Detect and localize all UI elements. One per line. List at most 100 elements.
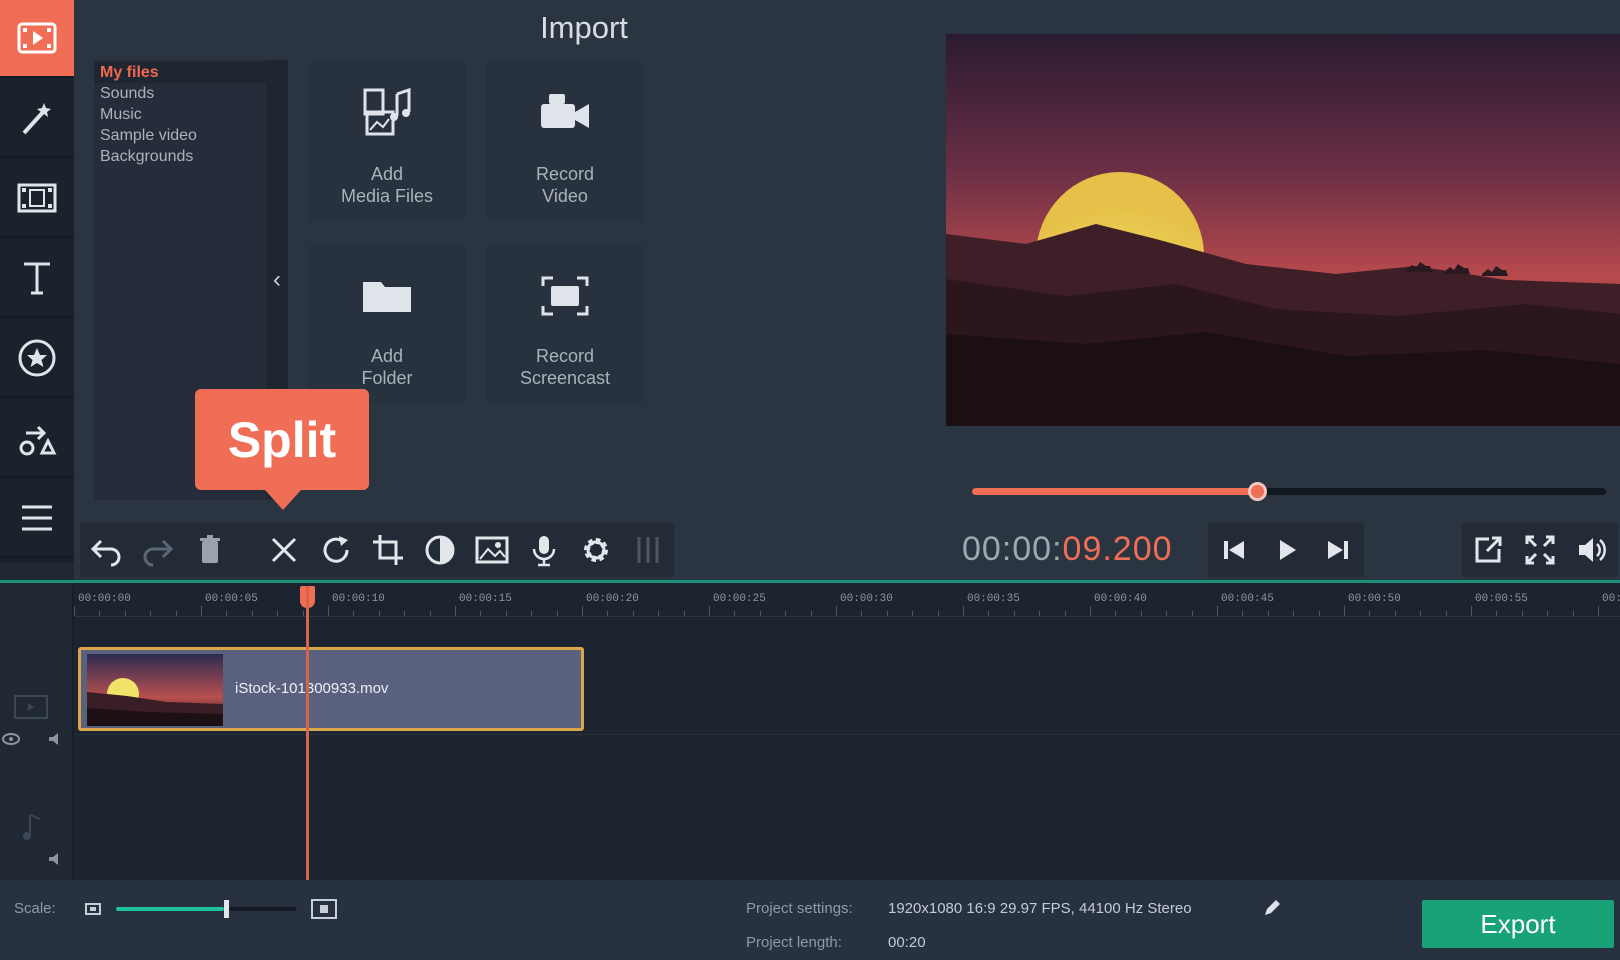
- redo-button[interactable]: [132, 523, 184, 577]
- scale-slider-fill: [116, 907, 224, 911]
- preview-progress-bar[interactable]: [972, 482, 1606, 501]
- video-track-icon: [14, 695, 48, 719]
- detach-preview-button[interactable]: [1462, 523, 1514, 577]
- ruler-tick-mark: [1090, 606, 1091, 616]
- skip-next-icon: [1328, 541, 1348, 559]
- scale-slider-knob[interactable]: [224, 900, 229, 918]
- ruler-tick-mark: [124, 611, 126, 616]
- folder-item-backgrounds[interactable]: Backgrounds: [94, 146, 266, 167]
- ruler-tick-mark: [1598, 606, 1599, 616]
- zoom-in-icon[interactable]: [310, 898, 338, 920]
- folder-item-sounds[interactable]: Sounds: [94, 83, 266, 104]
- playhead-line[interactable]: [306, 586, 309, 880]
- titles-button[interactable]: [0, 240, 74, 318]
- folder-item-my-files[interactable]: My files: [94, 62, 266, 83]
- callouts-button[interactable]: [0, 400, 74, 478]
- shapes-callouts-icon: [19, 425, 57, 456]
- ruler-tick-label: 00:00:50: [1348, 593, 1401, 605]
- project-length-label: Project length:: [746, 934, 842, 951]
- view-controls: [1462, 523, 1618, 577]
- ruler-tick-mark: [1420, 611, 1422, 616]
- previous-button[interactable]: [1208, 523, 1260, 577]
- ruler-tick-label: 00:00:40: [1094, 593, 1147, 605]
- play-icon: [1280, 540, 1296, 560]
- folder-item-sample-video[interactable]: Sample video: [94, 125, 266, 146]
- ruler-tick-mark: [74, 606, 75, 616]
- edit-toolbar: [74, 520, 946, 580]
- crop-button[interactable]: [362, 523, 414, 577]
- settings-button[interactable]: [570, 523, 622, 577]
- split-button[interactable]: [258, 523, 310, 577]
- insert-image-button[interactable]: [466, 523, 518, 577]
- ruler-tick-mark: [175, 611, 177, 616]
- tile-label-line2: Folder: [361, 368, 413, 388]
- volume-button[interactable]: [1566, 523, 1618, 577]
- sunset-preview-image: [946, 34, 1620, 426]
- ruler-tick-mark: [328, 606, 329, 616]
- ruler-tick-mark: [99, 611, 101, 616]
- player-bar: 00:00:09.200: [946, 520, 1620, 580]
- tile-label-line2: Screencast: [519, 368, 611, 388]
- zoom-out-icon[interactable]: [82, 898, 106, 920]
- ruler-tick-mark: [709, 606, 710, 616]
- next-button[interactable]: [1312, 523, 1364, 577]
- preview-progress-fill: [972, 488, 1258, 495]
- equalizer-button[interactable]: [622, 523, 674, 577]
- folder-item-music[interactable]: Music: [94, 104, 266, 125]
- audio-track-mute-icon[interactable]: [48, 853, 64, 865]
- titles-text-icon: [24, 262, 50, 295]
- fullscreen-icon: [1525, 535, 1555, 565]
- add-media-files-button[interactable]: Add Media Files: [308, 62, 466, 222]
- scale-slider[interactable]: [116, 900, 296, 918]
- stickers-button[interactable]: [0, 320, 74, 398]
- record-screencast-button[interactable]: Record Screencast: [486, 244, 644, 404]
- redo-icon: [143, 539, 174, 567]
- record-video-button[interactable]: Record Video: [486, 62, 644, 222]
- ruler-tick-label: 00:00:55: [1475, 593, 1528, 605]
- ruler-tick-mark: [404, 611, 406, 616]
- ruler-tick-mark: [734, 611, 736, 616]
- video-clip[interactable]: iStock-101300933.mov: [78, 647, 584, 731]
- export-button[interactable]: Export: [1422, 900, 1614, 948]
- ruler-tick-mark: [912, 611, 914, 616]
- play-button[interactable]: [1260, 523, 1312, 577]
- ruler-tick-mark: [251, 611, 253, 616]
- fullscreen-button[interactable]: [1514, 523, 1566, 577]
- ruler-tick-mark: [937, 611, 939, 616]
- transitions-button[interactable]: [0, 160, 74, 238]
- rotate-button[interactable]: [310, 523, 362, 577]
- more-menu-button[interactable]: [0, 480, 74, 558]
- volume-icon: [1579, 538, 1606, 562]
- filters-button[interactable]: [0, 80, 74, 158]
- visibility-eye-icon[interactable]: [2, 733, 20, 745]
- folder-icon: [363, 282, 411, 312]
- undo-button[interactable]: [80, 523, 132, 577]
- add-folder-button[interactable]: Add Folder: [308, 244, 466, 404]
- color-adjust-button[interactable]: [414, 523, 466, 577]
- preview-progress-knob[interactable]: [1248, 482, 1268, 501]
- ruler-tick-mark: [988, 611, 990, 616]
- ruler-tick-label: 00:00:15: [459, 593, 512, 605]
- ruler-tick-mark: [302, 611, 304, 616]
- timeline[interactable]: 00:00:00 00:00:05 00:00:10 00:00:15 00:00:20…: [0, 580, 1620, 880]
- ruler-tick-label: 00:00:45: [1221, 593, 1274, 605]
- record-audio-button[interactable]: [518, 523, 570, 577]
- import-media-icon: [17, 22, 57, 54]
- video-preview[interactable]: [946, 34, 1620, 426]
- tool-group: [80, 523, 674, 577]
- ruler-tick-mark: [1242, 611, 1244, 616]
- split-scissors-icon: [271, 537, 297, 563]
- ruler-tick-mark: [1369, 611, 1371, 616]
- ruler-tick-label: 00:00:10: [332, 593, 385, 605]
- edit-pencil-icon[interactable]: [1262, 898, 1282, 918]
- import-media-button[interactable]: [0, 0, 74, 78]
- ruler-tick-mark: [836, 606, 837, 616]
- ruler-tick-mark: [886, 611, 888, 616]
- crop-icon: [373, 535, 403, 565]
- timecode-main: 00:00:: [962, 530, 1063, 568]
- ruler-tick-mark: [1115, 611, 1117, 616]
- chevron-left-icon: ‹: [273, 266, 281, 293]
- video-track-mute-icon[interactable]: [48, 733, 64, 745]
- delete-button[interactable]: [184, 523, 236, 577]
- insert-image-icon: [475, 536, 509, 564]
